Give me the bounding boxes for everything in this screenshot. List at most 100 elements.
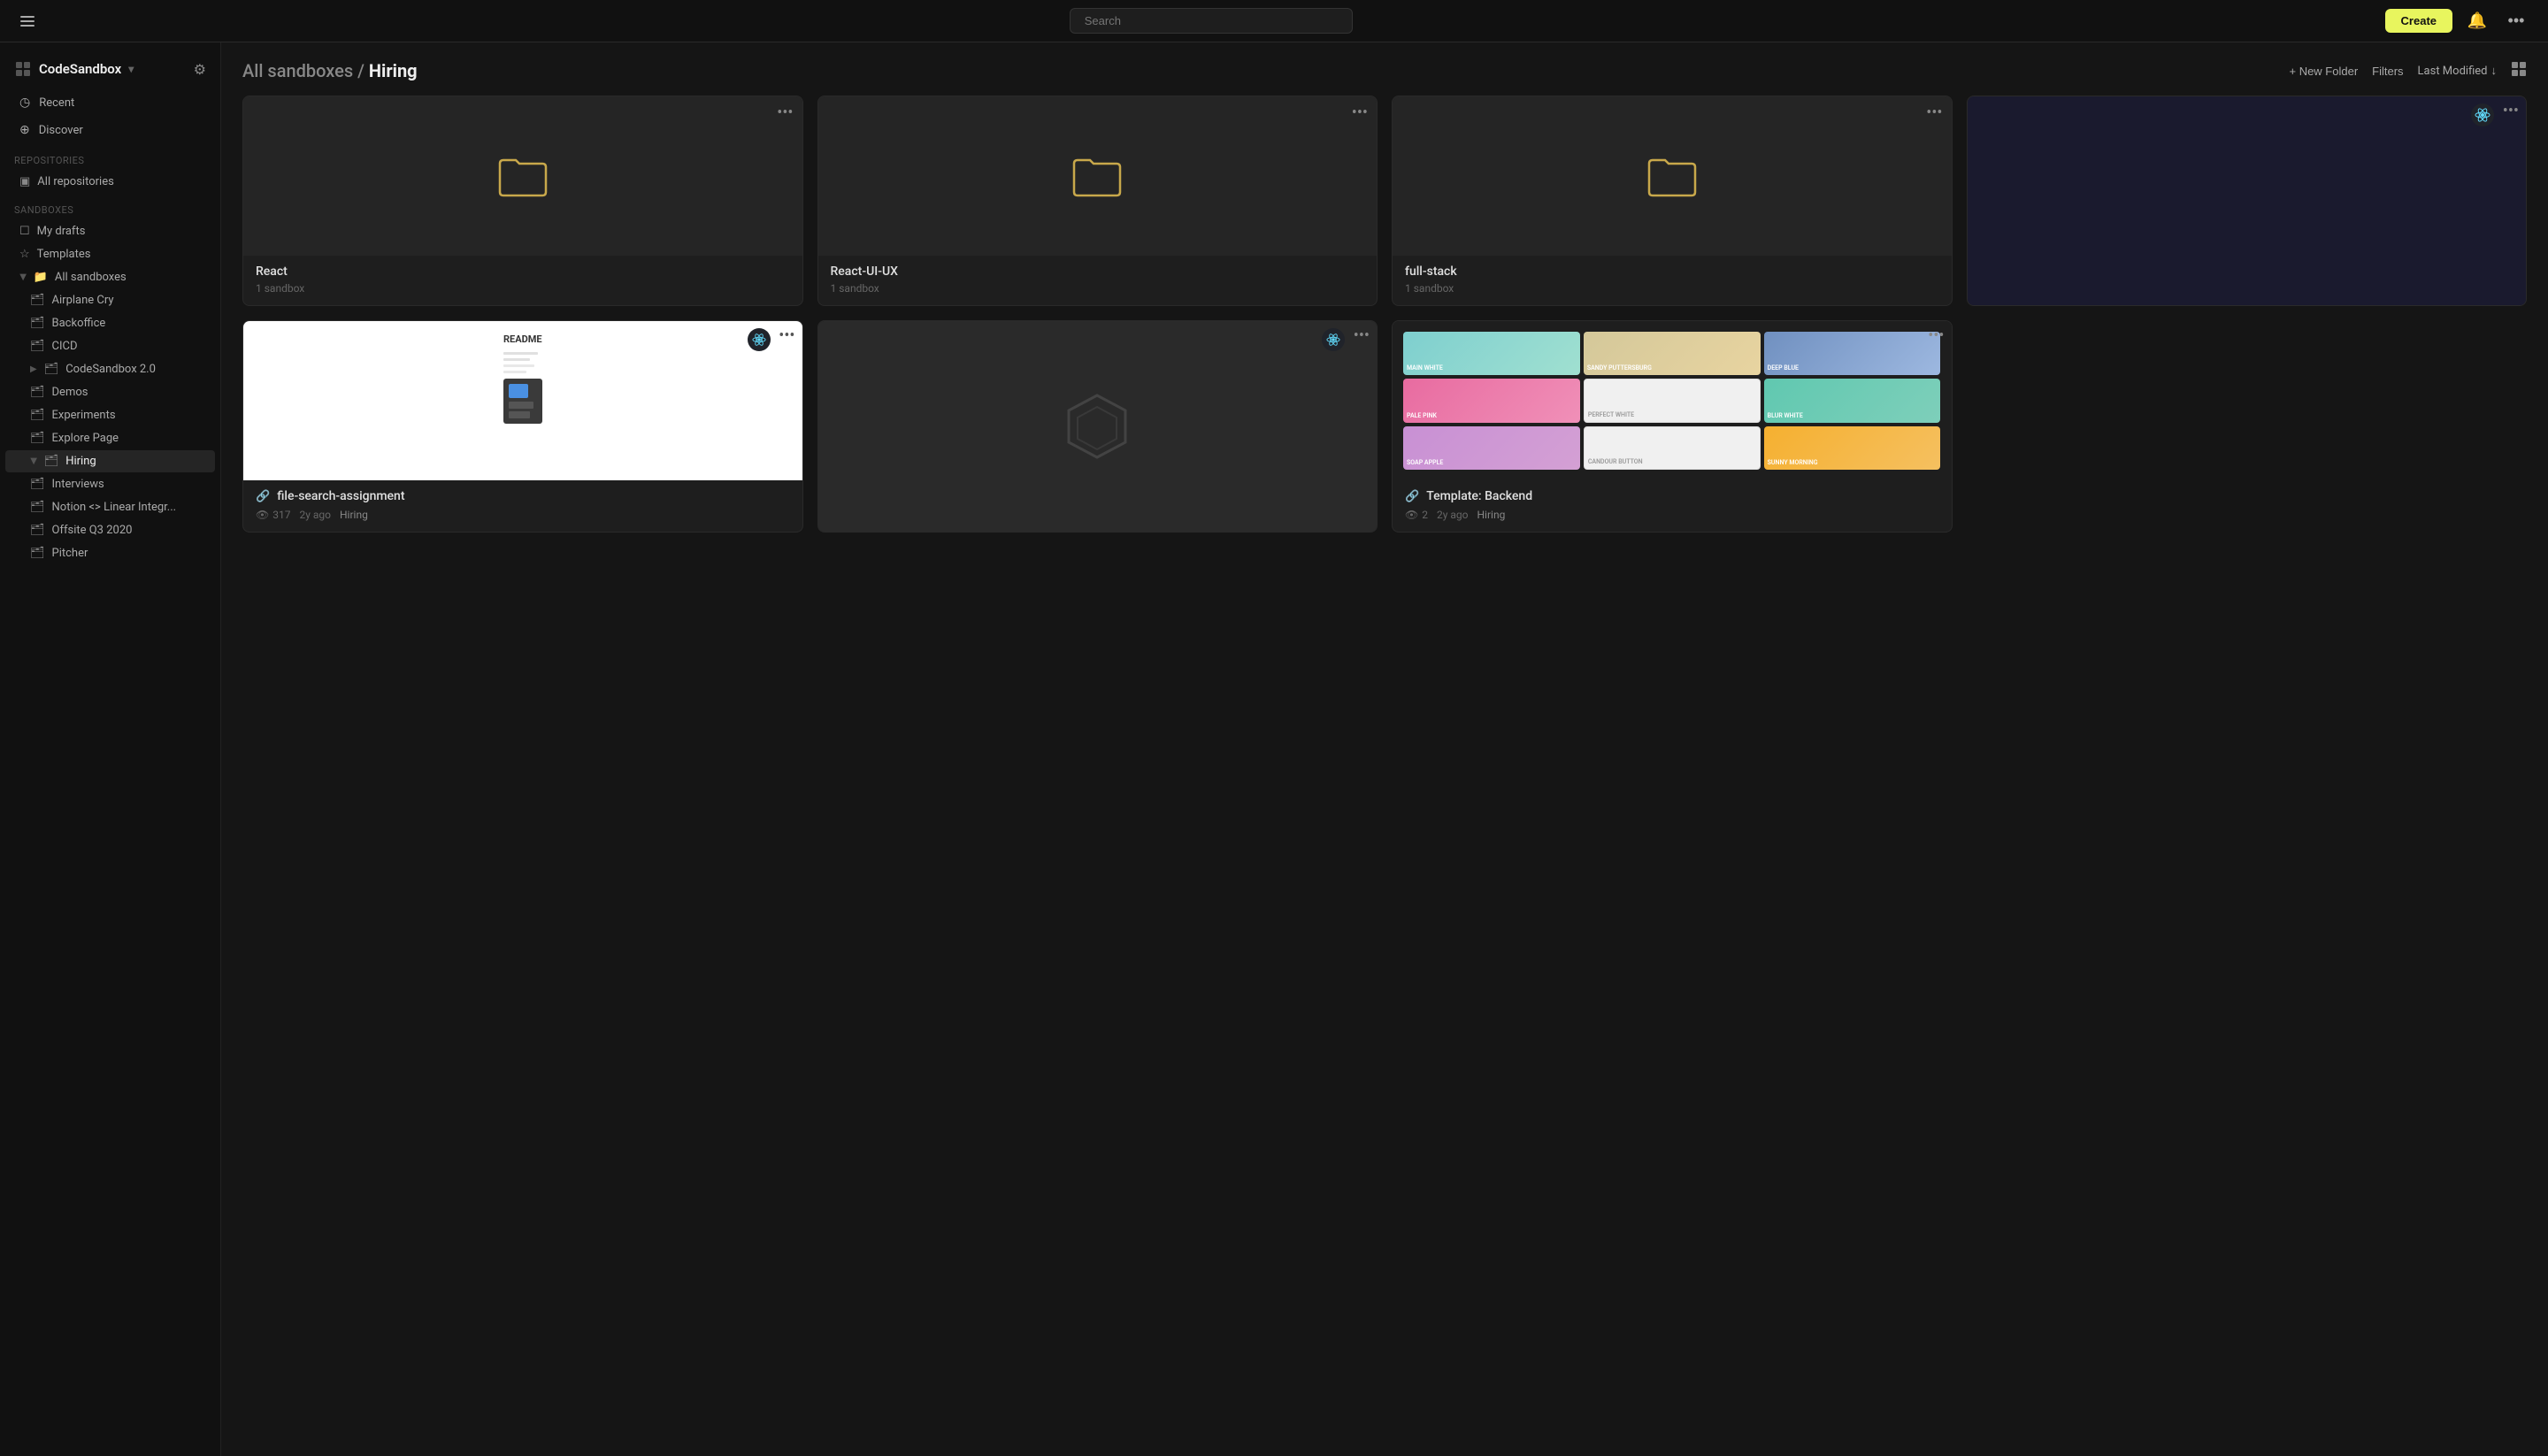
card-template-backend[interactable]: ••• MAIN WHITE SANDY PUTTERSBURG DEEP BL… xyxy=(1392,320,1953,533)
react-icon xyxy=(1326,333,1340,347)
sidebar-item-label: Interviews xyxy=(52,478,104,491)
folder-preview-icon xyxy=(1072,155,1122,197)
sidebar-item-hiring[interactable]: ▶ 🗂 Hiring xyxy=(5,450,215,472)
screenshot-area xyxy=(503,379,542,424)
sidebar-item-label: Discover xyxy=(39,124,83,137)
card-full-stack[interactable]: ••• full-stack 1 sandbox xyxy=(1392,96,1953,306)
notification-button[interactable]: 🔔 xyxy=(2463,7,2491,35)
chevron-down-icon: ▾ xyxy=(128,63,134,75)
sidebar-item-pitcher[interactable]: 🗂 Pitcher xyxy=(5,542,215,564)
sidebar-item-label: Offsite Q3 2020 xyxy=(52,524,133,537)
create-button[interactable]: Create xyxy=(2385,9,2452,33)
menu-icon[interactable] xyxy=(18,11,37,31)
card-info: full-stack 1 sandbox xyxy=(1393,256,1952,305)
swatch-1: MAIN WHITE xyxy=(1403,332,1580,375)
folder-icon: 🗂 xyxy=(30,478,45,491)
clock-icon: ◷ xyxy=(19,96,30,110)
content-area: All sandboxes / Hiring + New Folder Filt… xyxy=(221,42,2548,1456)
folder-icon: 🗂 xyxy=(30,409,45,422)
sidebar-item-offsite-q3[interactable]: 🗂 Offsite Q3 2020 xyxy=(5,519,215,541)
topbar-right: Create 🔔 ••• xyxy=(2385,7,2530,35)
swatch-6: BLUR WHITE xyxy=(1764,379,1941,422)
more-options-button[interactable]: ••• xyxy=(2502,7,2530,35)
card-react-folder[interactable]: ••• React 1 sandbox xyxy=(242,96,803,306)
card-preview: ••• xyxy=(1393,96,1952,256)
card-menu-icon[interactable]: ••• xyxy=(1928,328,1944,344)
swatch-8: CANDOUR BUTTON xyxy=(1584,426,1761,470)
sidebar-item-codesandbox-2[interactable]: ▶ 🗂 CodeSandbox 2.0 xyxy=(5,358,215,380)
folder-icon: 🗂 xyxy=(30,294,45,307)
sidebar-item-backoffice[interactable]: 🗂 Backoffice xyxy=(5,312,215,334)
card-template-profiles[interactable]: ••• xyxy=(1967,96,2528,306)
card-menu-icon[interactable]: ••• xyxy=(779,328,794,344)
sidebar-item-discover[interactable]: ⊕ Discover xyxy=(5,117,215,143)
sidebar-item-interviews[interactable]: 🗂 Interviews xyxy=(5,473,215,495)
card-menu-icon[interactable]: ••• xyxy=(777,105,793,121)
card-meta: 👁 2 2y ago Hiring xyxy=(1405,509,1939,521)
sidebar-item-demos[interactable]: 🗂 Demos xyxy=(5,381,215,403)
card-subtitle: 1 sandbox xyxy=(256,282,790,295)
settings-icon[interactable]: ⚙ xyxy=(194,61,206,78)
card-react-ui-ux[interactable]: ••• React-UI-UX 1 sandbox xyxy=(817,96,1378,306)
swatch-4: PALE PINK xyxy=(1403,379,1580,422)
sidebar-item-all-repositories[interactable]: ▣ All repositories xyxy=(5,171,215,193)
content-header: All sandboxes / Hiring + New Folder Filt… xyxy=(242,42,2527,96)
new-folder-button[interactable]: + New Folder xyxy=(2289,65,2358,78)
folder-icon: 🗂 xyxy=(44,455,59,468)
sidebar-item-label: All repositories xyxy=(37,175,114,188)
sidebar-item-my-drafts[interactable]: ☐ My drafts xyxy=(5,220,215,242)
sort-label-text: Last Modified xyxy=(2418,65,2488,78)
card-info: React 1 sandbox xyxy=(243,256,802,305)
header-actions: + New Folder Filters Last Modified ↓ xyxy=(2289,61,2527,81)
file-icon: ☐ xyxy=(19,225,30,238)
grid-view-button[interactable] xyxy=(2511,61,2527,81)
card-menu-icon[interactable]: ••• xyxy=(1354,328,1370,344)
link-icon: 🔗 xyxy=(256,490,270,503)
card-menu-icon[interactable]: ••• xyxy=(1352,105,1368,121)
react-icon xyxy=(2475,107,2490,123)
sidebar-item-label: CodeSandbox 2.0 xyxy=(65,363,156,376)
card-preview: ••• xyxy=(243,96,802,256)
repo-icon: ▣ xyxy=(19,175,30,188)
time-ago: 2y ago xyxy=(1437,509,1469,521)
card-file-search[interactable]: ••• README xyxy=(242,320,803,533)
card-title: full-stack xyxy=(1405,264,1939,279)
star-icon: ☆ xyxy=(19,248,30,261)
card-menu-icon[interactable]: ••• xyxy=(2503,103,2519,119)
sort-selector[interactable]: Last Modified ↓ xyxy=(2418,64,2497,78)
tag-badge: Hiring xyxy=(340,509,368,521)
sidebar-item-label: Demos xyxy=(52,386,88,399)
card-title: 🔗 file-search-assignment xyxy=(256,489,790,503)
sort-arrow-icon: ↓ xyxy=(2491,64,2498,78)
sidebar-item-explore-page[interactable]: 🗂 Explore Page xyxy=(5,427,215,449)
brand-logo-icon xyxy=(14,60,32,78)
time-ago: 2y ago xyxy=(299,509,331,521)
card-title: React xyxy=(256,264,790,279)
sidebar-item-airplane-cry[interactable]: 🗂 Airplane Cry xyxy=(5,289,215,311)
expand-arrow-icon: ▶ xyxy=(28,458,38,465)
swatch-5: PERFECT WHITE xyxy=(1584,379,1761,422)
sidebar-item-label: CICD xyxy=(52,340,78,353)
sidebar-item-notion-linear[interactable]: 🗂 Notion <> Linear Integr... xyxy=(5,496,215,518)
swatch-2: SANDY PUTTERSBURG xyxy=(1584,332,1761,375)
sidebar-item-label: Backoffice xyxy=(52,317,106,330)
sidebar-item-recent[interactable]: ◷ Recent xyxy=(5,89,215,116)
card-preview: ••• MAIN WHITE SANDY PUTTERSBURG DEEP BL… xyxy=(1393,321,1952,480)
breadcrumb-prefix: All sandboxes / xyxy=(242,60,365,81)
folder-icon: 🗂 xyxy=(30,317,45,330)
topbar: Create 🔔 ••• xyxy=(0,0,2548,42)
sidebar-item-experiments[interactable]: 🗂 Experiments xyxy=(5,404,215,426)
react-badge xyxy=(1322,328,1345,351)
sidebar-item-all-sandboxes[interactable]: ▶ 📁 All sandboxes xyxy=(5,266,215,288)
card-menu-icon[interactable]: ••• xyxy=(1926,105,1942,121)
card-secret-solution[interactable]: ••• xyxy=(817,320,1378,533)
sidebar-item-cicd[interactable]: 🗂 CICD xyxy=(5,335,215,357)
view-count: 👁 2 xyxy=(1405,509,1428,521)
folder-icon: 🗂 xyxy=(44,363,59,376)
search-input[interactable] xyxy=(1070,8,1353,34)
sidebar-brand[interactable]: CodeSandbox ▾ xyxy=(14,60,134,78)
filters-button[interactable]: Filters xyxy=(2372,65,2403,78)
sidebar-item-templates[interactable]: ☆ Templates xyxy=(5,243,215,265)
sidebar-item-label: Notion <> Linear Integr... xyxy=(52,501,177,514)
react-icon xyxy=(752,333,766,347)
